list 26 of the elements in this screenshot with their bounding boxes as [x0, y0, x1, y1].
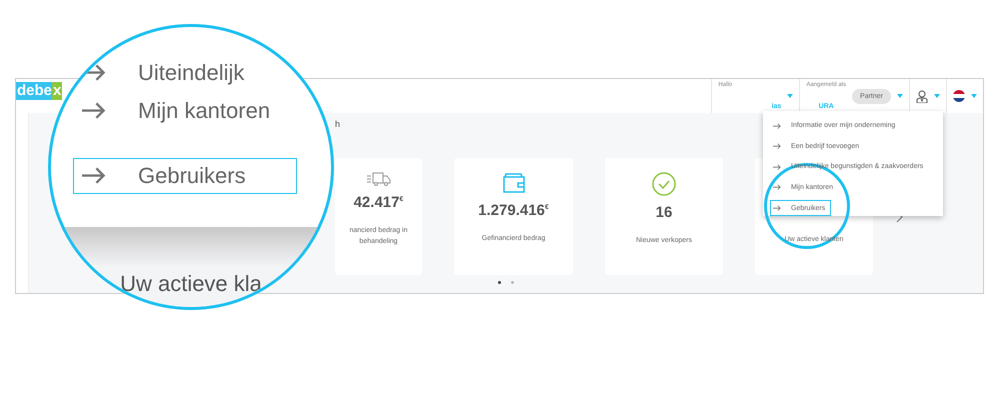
- stat-value: 16: [656, 204, 672, 221]
- caret-icon[interactable]: [934, 94, 940, 98]
- stat-value: 1.279.416$^{€}$: [478, 202, 549, 219]
- arrow-icon: [773, 204, 781, 212]
- section-title: h: [335, 119, 340, 129]
- caret-icon[interactable]: [971, 94, 977, 98]
- truck-icon: [366, 172, 390, 186]
- flag-icon[interactable]: [953, 90, 965, 102]
- section-title: Uw actieve kla: [120, 271, 262, 298]
- caret-icon[interactable]: [897, 94, 903, 98]
- arrow-icon: [82, 101, 106, 121]
- menu-item[interactable]: Mijn kantoren: [73, 93, 297, 129]
- carousel-dot[interactable]: [498, 281, 501, 284]
- arrow-icon: [773, 164, 781, 170]
- menu-item[interactable]: Uiteindelijk: [73, 55, 297, 91]
- arrow-icon: [773, 122, 781, 129]
- wallet-icon: [502, 172, 526, 194]
- menu-item[interactable]: Gebruikers: [73, 158, 297, 194]
- arrow-icon: [773, 184, 781, 191]
- carousel-dot[interactable]: [511, 281, 514, 284]
- arrow-icon: [773, 143, 781, 150]
- arrow-icon: [82, 166, 106, 186]
- caret-icon[interactable]: [787, 94, 794, 98]
- user-icon[interactable]: [916, 90, 928, 102]
- check-icon: [652, 172, 676, 196]
- stat-value: 42.417$^{€}$: [354, 194, 404, 211]
